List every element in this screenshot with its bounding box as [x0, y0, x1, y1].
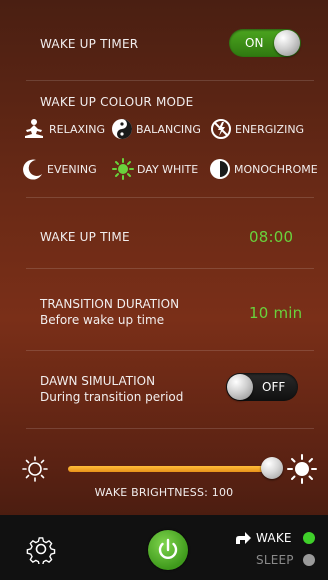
transition-label: TRANSITION DURATION: [40, 297, 180, 311]
divider: [26, 428, 314, 429]
transition-sublabel: Before wake up time: [40, 313, 165, 327]
toggle-knob: [227, 374, 253, 400]
divider: [26, 268, 314, 269]
sleep-status-dot: [303, 554, 315, 566]
gear-icon[interactable]: [26, 534, 56, 564]
transition-value[interactable]: 10 min: [249, 304, 302, 322]
mode-label: RELAXING: [49, 122, 106, 136]
mode-label: ENERGIZING: [235, 122, 305, 136]
mode-day-white[interactable]: DAY WHITE: [112, 158, 198, 180]
colour-mode-label: WAKE UP COLOUR MODE: [40, 95, 194, 109]
mode-relaxing[interactable]: RELAXING: [22, 118, 105, 140]
mode-monochrome[interactable]: MONOCHROME: [209, 158, 318, 180]
dawn-label: DAWN SIMULATION: [40, 374, 156, 388]
divider: [26, 80, 314, 81]
toggle-state-label: ON: [245, 36, 264, 50]
dawn-toggle[interactable]: OFF: [226, 373, 298, 401]
energy-icon: [211, 119, 231, 139]
wake-status-dot: [303, 532, 315, 544]
mode-label: EVENING: [47, 162, 97, 176]
toggle-knob: [274, 30, 300, 56]
toggle-state-label: OFF: [262, 380, 286, 394]
mode-label: MONOCHROME: [234, 162, 318, 176]
sun-low-icon: [22, 456, 48, 482]
meditation-icon: [25, 119, 43, 138]
mode-balancing[interactable]: BALANCING: [111, 118, 201, 140]
mode-label: BALANCING: [136, 122, 201, 136]
half-circle-icon: [210, 159, 230, 179]
wake-timer-label: WAKE UP TIMER: [40, 37, 139, 51]
brightness-slider-handle[interactable]: [261, 457, 283, 479]
yin-yang-icon: [112, 119, 132, 139]
power-button[interactable]: [148, 530, 188, 570]
alarm-settings-screen: WAKE UP TIMER ON WAKE UP COLOUR MODE REL…: [0, 0, 328, 580]
sun-high-icon: [287, 454, 317, 484]
sleep-label[interactable]: SLEEP: [256, 553, 294, 567]
power-icon: [158, 538, 178, 559]
divider: [26, 350, 314, 351]
wake-timer-toggle[interactable]: ON: [229, 29, 301, 57]
divider: [26, 197, 314, 198]
mode-evening[interactable]: EVENING: [22, 158, 97, 180]
wake-time-value[interactable]: 08:00: [249, 228, 293, 246]
moon-icon: [23, 159, 42, 180]
brightness-slider-track[interactable]: [68, 466, 272, 472]
mode-energizing[interactable]: ENERGIZING: [210, 118, 304, 140]
mode-label: DAY WHITE: [137, 162, 199, 176]
share-arrow-icon: [236, 532, 251, 544]
brightness-label: WAKE BRIGHTNESS: 100: [94, 486, 234, 499]
sun-icon: [112, 158, 134, 180]
dawn-sublabel: During transition period: [40, 390, 184, 404]
wake-time-label: WAKE UP TIME: [40, 230, 130, 244]
wake-label[interactable]: WAKE: [256, 531, 292, 545]
